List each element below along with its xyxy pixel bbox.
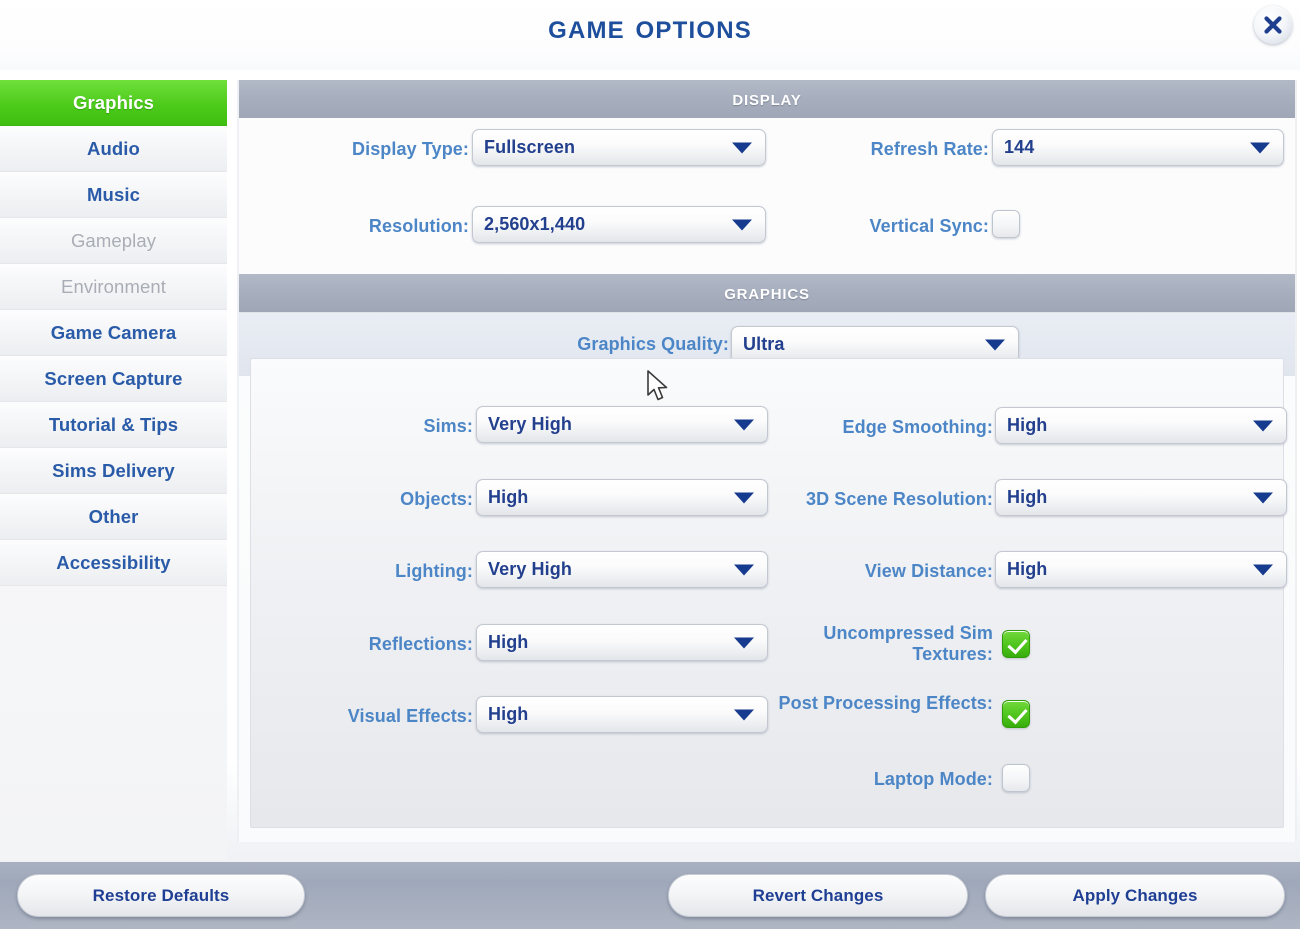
row-display-type: Display Type: Fullscreen Refresh Rate: 1… bbox=[239, 118, 1295, 196]
view-distance-label: View Distance: bbox=[864, 561, 993, 581]
edge-smoothing-dropdown[interactable]: High bbox=[995, 407, 1287, 444]
chevron-down-icon bbox=[734, 637, 754, 648]
scene-resolution-dropdown[interactable]: High bbox=[995, 479, 1287, 516]
objects-dropdown[interactable]: High bbox=[476, 479, 768, 516]
sidebar-item-sims-delivery[interactable]: Sims Delivery bbox=[0, 448, 227, 494]
refresh-rate-value: 144 bbox=[1004, 137, 1035, 157]
visual-effects-label: Visual Effects: bbox=[347, 706, 473, 726]
vertical-sync-checkbox[interactable] bbox=[992, 210, 1020, 238]
sidebar-item-label: Accessibility bbox=[56, 551, 171, 573]
post-processing-effects-checkbox[interactable] bbox=[1002, 700, 1030, 728]
sidebar-item-label: Sims Delivery bbox=[52, 459, 175, 481]
laptop-mode-label: Laptop Mode: bbox=[873, 769, 993, 789]
sidebar-item-label: Screen Capture bbox=[44, 367, 183, 389]
sims-label: Sims: bbox=[423, 416, 473, 436]
sidebar-item-game-camera[interactable]: Game Camera bbox=[0, 310, 227, 356]
graphics-section-header: Graphics bbox=[239, 274, 1295, 312]
chevron-down-icon bbox=[1253, 564, 1273, 575]
resolution-dropdown[interactable]: 2,560x1,440 bbox=[472, 206, 766, 243]
lighting-value: Very High bbox=[488, 559, 572, 579]
sidebar-item-label: Graphics bbox=[73, 91, 154, 113]
row-resolution: Resolution: 2,560x1,440 Vertical Sync: bbox=[239, 196, 1295, 274]
revert-changes-button[interactable]: Revert Changes bbox=[668, 874, 968, 917]
sidebar-item-label: Tutorial & Tips bbox=[48, 413, 179, 435]
sidebar-item-screen-capture[interactable]: Screen Capture bbox=[0, 356, 227, 402]
display-section-header: Display bbox=[239, 80, 1295, 118]
chevron-down-icon bbox=[1253, 492, 1273, 503]
display-type-label: Display Type: bbox=[352, 139, 469, 159]
sidebar-item-tutorial-tips[interactable]: Tutorial & Tips bbox=[0, 402, 227, 448]
sidebar: Graphics Audio Music Gameplay Environmen… bbox=[0, 80, 227, 860]
page-title: Game Options bbox=[548, 8, 752, 46]
chevron-down-icon bbox=[1253, 420, 1273, 431]
sidebar-item-label: Music bbox=[87, 183, 140, 205]
close-icon[interactable] bbox=[1254, 6, 1292, 44]
refresh-rate-label: Refresh Rate: bbox=[870, 139, 989, 159]
chevron-down-icon bbox=[985, 339, 1005, 350]
chevron-down-icon bbox=[732, 219, 752, 230]
edge-smoothing-value: High bbox=[1007, 415, 1048, 435]
sidebar-item-label: Gameplay bbox=[70, 229, 157, 251]
display-type-dropdown[interactable]: Fullscreen bbox=[472, 129, 766, 166]
sidebar-item-label: Audio bbox=[87, 137, 140, 159]
game-options-dialog: Game Options Graphics Audio Music Gamepl… bbox=[0, 0, 1300, 929]
uncompressed-sim-textures-checkbox[interactable] bbox=[1002, 630, 1030, 658]
chevron-down-icon bbox=[1250, 142, 1270, 153]
vertical-sync-label: Vertical Sync: bbox=[869, 216, 989, 236]
view-distance-value: High bbox=[1007, 559, 1048, 579]
scene-resolution-label: 3D Scene Resolution: bbox=[805, 489, 993, 509]
refresh-rate-dropdown[interactable]: 144 bbox=[992, 129, 1284, 166]
reflections-value: High bbox=[488, 632, 529, 652]
resolution-value: 2,560x1,440 bbox=[484, 214, 586, 234]
chevron-down-icon bbox=[734, 419, 754, 430]
graphics-quality-value: Ultra bbox=[743, 334, 785, 354]
uncompressed-textures-label: Uncompressed Sim Textures: bbox=[823, 623, 993, 664]
chevron-down-icon bbox=[734, 564, 754, 575]
reflections-dropdown[interactable]: High bbox=[476, 624, 768, 661]
view-distance-dropdown[interactable]: High bbox=[995, 551, 1287, 588]
sidebar-item-label: Game Camera bbox=[50, 321, 177, 343]
sidebar-item-label: Other bbox=[88, 505, 139, 527]
options-content-panel: Display Display Type: Fullscreen Refresh… bbox=[237, 80, 1297, 842]
chevron-down-icon bbox=[734, 709, 754, 720]
chevron-down-icon bbox=[732, 142, 752, 153]
post-processing-label: Post Processing Effects: bbox=[778, 693, 993, 713]
sidebar-item-graphics[interactable]: Graphics bbox=[0, 80, 227, 126]
sims-dropdown[interactable]: Very High bbox=[476, 406, 768, 443]
display-section-rows: Display Type: Fullscreen Refresh Rate: 1… bbox=[239, 118, 1295, 274]
objects-value: High bbox=[488, 487, 529, 507]
sidebar-item-music[interactable]: Music bbox=[0, 172, 227, 218]
title-bar: Game Options bbox=[0, 0, 1300, 70]
restore-defaults-button[interactable]: Restore Defaults bbox=[17, 874, 305, 917]
lighting-dropdown[interactable]: Very High bbox=[476, 551, 768, 588]
reflections-label: Reflections: bbox=[368, 634, 473, 654]
sims-value: Very High bbox=[488, 414, 572, 434]
objects-label: Objects: bbox=[400, 489, 473, 509]
edge-smoothing-label: Edge Smoothing: bbox=[842, 417, 993, 437]
visual-effects-dropdown[interactable]: High bbox=[476, 696, 768, 733]
scene-resolution-value: High bbox=[1007, 487, 1048, 507]
resolution-label: Resolution: bbox=[368, 216, 469, 236]
sidebar-item-label: Environment bbox=[61, 275, 166, 297]
graphics-quality-label: Graphics Quality: bbox=[577, 334, 729, 354]
apply-changes-button[interactable]: Apply Changes bbox=[985, 874, 1285, 917]
sidebar-item-environment: Environment bbox=[0, 264, 227, 310]
lighting-label: Lighting: bbox=[395, 561, 473, 581]
sidebar-item-accessibility[interactable]: Accessibility bbox=[0, 540, 227, 586]
visual-effects-value: High bbox=[488, 704, 529, 724]
graphics-settings-box: Sims: Very High Edge Smoothing: High Obj… bbox=[250, 358, 1287, 828]
sidebar-item-other[interactable]: Other bbox=[0, 494, 227, 540]
sidebar-item-gameplay: Gameplay bbox=[0, 218, 227, 264]
sidebar-item-audio[interactable]: Audio bbox=[0, 126, 227, 172]
footer-bar: Restore Defaults Revert Changes Apply Ch… bbox=[0, 862, 1300, 929]
display-type-value: Fullscreen bbox=[484, 137, 576, 157]
laptop-mode-checkbox[interactable] bbox=[1002, 764, 1030, 792]
